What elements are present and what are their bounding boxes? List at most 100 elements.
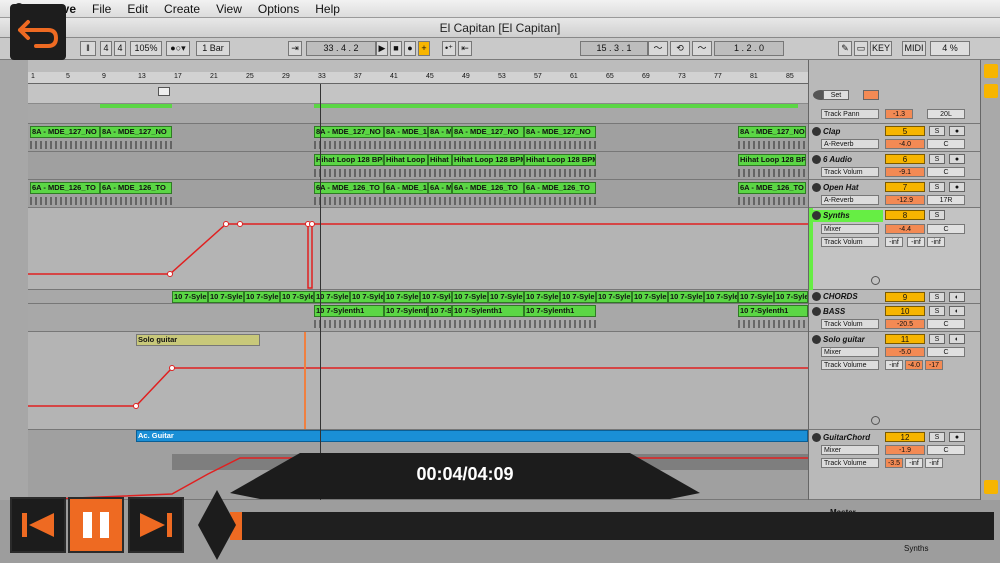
audio-clip[interactable]: 6A - M bbox=[428, 182, 452, 194]
audio-clip[interactable]: Hihat Loop 128 BP bbox=[738, 154, 806, 166]
fold-icon[interactable] bbox=[812, 292, 821, 301]
fold-icon[interactable] bbox=[812, 155, 821, 164]
volume-value[interactable]: -4.4 bbox=[885, 224, 925, 234]
midi-clip[interactable]: 10 7-Syle bbox=[384, 291, 420, 303]
audio-clip[interactable]: 8A - MDE_127_NO bbox=[738, 126, 806, 138]
track-number[interactable]: 10 bbox=[885, 306, 925, 316]
play-icon[interactable]: ▶ bbox=[376, 41, 388, 56]
track-number[interactable]: 8 bbox=[885, 210, 925, 220]
track-header[interactable]: BASS 10 S ◐ Track Volum -20.5 C bbox=[809, 304, 981, 332]
lane-synths-automation[interactable] bbox=[28, 208, 808, 290]
sig-den[interactable]: 4 bbox=[114, 41, 126, 56]
track-name[interactable]: GuitarChord bbox=[823, 433, 870, 442]
back-button[interactable] bbox=[10, 4, 66, 60]
track-number[interactable]: 11 bbox=[885, 334, 925, 344]
volume-value[interactable]: -20.5 bbox=[885, 319, 925, 329]
follow-button[interactable]: ⇥ bbox=[288, 41, 302, 56]
audio-clip[interactable]: 8A - MDE_127_NO bbox=[384, 126, 428, 138]
midi-clip[interactable]: 10 7-Syle bbox=[488, 291, 524, 303]
loop-length-display[interactable]: 1 . 2 . 0 bbox=[714, 41, 784, 56]
track-header-synths[interactable]: Synths 8 S Mixer -4.4 C Track Volum -inf… bbox=[809, 208, 981, 290]
midi-clip[interactable]: 10 7-Syle bbox=[420, 291, 452, 303]
lane-6-audio[interactable]: Hihat Loop 128 BPM Hihat Loop 128 BP Hih… bbox=[28, 152, 808, 180]
record-icon[interactable]: ● bbox=[404, 41, 416, 56]
solo-button[interactable]: S bbox=[929, 154, 945, 164]
solo-button[interactable]: S bbox=[929, 210, 945, 220]
solo-button[interactable]: S bbox=[929, 306, 945, 316]
routing-dropdown[interactable]: Track Volum bbox=[821, 319, 879, 329]
punch-out-icon[interactable]: 〜 bbox=[692, 41, 712, 56]
audio-clip[interactable]: 6A - MDE_126_TO bbox=[384, 182, 428, 194]
sig-num[interactable]: 4 bbox=[100, 41, 112, 56]
track-number[interactable]: 6 bbox=[885, 154, 925, 164]
midi-clip[interactable]: 10 7-Syle bbox=[280, 291, 314, 303]
fold-icon[interactable] bbox=[812, 211, 821, 220]
audio-clip[interactable]: 6A - MDE_126_TO bbox=[30, 182, 100, 194]
fold-icon[interactable] bbox=[812, 335, 821, 344]
loop-start-display[interactable]: 15 . 3 . 1 bbox=[580, 41, 648, 56]
menu-edit[interactable]: Edit bbox=[127, 2, 148, 16]
forward-button[interactable] bbox=[128, 497, 184, 553]
midi-clip[interactable]: 10 7-Syle bbox=[774, 291, 808, 303]
lane-chords[interactable]: 10 7-Syle 10 7-Syle 10 7-Syle 10 7-Syle … bbox=[28, 290, 808, 304]
solo-button[interactable]: S bbox=[929, 182, 945, 192]
audio-clip[interactable]: 8A - MDE_127_NO bbox=[100, 126, 172, 138]
midi-clip[interactable]: 10 7-Syle bbox=[738, 291, 774, 303]
draw-mode-icon[interactable]: ✎ bbox=[838, 41, 852, 56]
automation-arm-icon[interactable]: •⁺ bbox=[442, 41, 456, 56]
track-number[interactable]: 9 bbox=[885, 292, 925, 302]
audio-clip[interactable]: Hihat Loop 128 BPM bbox=[524, 154, 596, 166]
midi-clip[interactable]: 10 7-Syle bbox=[350, 291, 384, 303]
audio-clip[interactable]: 8A - MDE_127_NO bbox=[30, 126, 100, 138]
midi-clip[interactable]: 10 7-Syle bbox=[452, 291, 488, 303]
midi-clip[interactable]: 10 7-Sylenth1 bbox=[452, 305, 524, 317]
set-color-button[interactable] bbox=[863, 90, 879, 100]
solo-button[interactable]: S bbox=[929, 126, 945, 136]
midi-clip[interactable]: 10 7-Syle bbox=[172, 291, 208, 303]
routing-dropdown[interactable]: Mixer bbox=[821, 347, 879, 357]
audio-clip[interactable]: Hihat L bbox=[428, 154, 452, 166]
clip-fragment[interactable] bbox=[314, 104, 798, 108]
audio-clip[interactable]: 8A - MDE_127_NO bbox=[314, 126, 384, 138]
midi-clip[interactable]: 10 7-Sylenth1 bbox=[524, 305, 596, 317]
detail-toggle[interactable] bbox=[984, 480, 998, 494]
set-button[interactable]: Set bbox=[823, 90, 849, 100]
rewind-button[interactable] bbox=[10, 497, 66, 553]
track-header[interactable]: CHORDS 9 S ◐ bbox=[809, 290, 981, 304]
solo-button[interactable]: S bbox=[929, 432, 945, 442]
volume-value[interactable]: -12.9 bbox=[885, 195, 925, 205]
volume-value[interactable]: -1.9 bbox=[885, 445, 925, 455]
routing-dropdown[interactable]: Mixer bbox=[821, 224, 879, 234]
arm-button[interactable]: ● bbox=[949, 182, 965, 192]
solo-button[interactable]: S bbox=[929, 292, 945, 302]
menu-help[interactable]: Help bbox=[315, 2, 340, 16]
midi-clip[interactable]: 10 7-Syle bbox=[668, 291, 704, 303]
track-header[interactable]: GuitarChord 12 S ● Mixer -1.9 C Track Vo… bbox=[809, 430, 981, 500]
menu-file[interactable]: File bbox=[92, 2, 111, 16]
audio-clip[interactable]: Hihat Loop 128 BPM bbox=[314, 154, 384, 166]
audio-clip[interactable]: 8A - M bbox=[428, 126, 452, 138]
fold-icon[interactable] bbox=[812, 307, 821, 316]
pan-value[interactable]: C bbox=[927, 319, 965, 329]
track-name[interactable]: BASS bbox=[823, 307, 845, 316]
audio-clip[interactable]: Hihat Loop 128 BP bbox=[384, 154, 428, 166]
fold-icon[interactable] bbox=[812, 183, 821, 192]
arm-button[interactable]: ● bbox=[949, 432, 965, 442]
midi-clip[interactable]: 10 7-Syle bbox=[524, 291, 560, 303]
seek-bar[interactable] bbox=[230, 512, 994, 540]
midi-clip[interactable]: 10 7-Syle bbox=[244, 291, 280, 303]
track-header[interactable]: Open Hat 7 S ● A-Reverb -12.9 17R bbox=[809, 180, 981, 208]
menu-create[interactable]: Create bbox=[164, 2, 200, 16]
key-map-button[interactable]: KEY bbox=[870, 41, 892, 56]
menu-view[interactable]: View bbox=[216, 2, 242, 16]
track-number[interactable]: 12 bbox=[885, 432, 925, 442]
midi-clip[interactable]: 10 7-Sylenth1 bbox=[384, 305, 428, 317]
clip-fragment[interactable] bbox=[100, 104, 172, 108]
track-number[interactable]: 7 bbox=[885, 182, 925, 192]
beat-time-ruler[interactable]: 1 5 9 13 17 21 25 29 33 37 41 45 49 53 5… bbox=[28, 72, 808, 84]
midi-clip[interactable]: 10 7-Sylenth1 bbox=[428, 305, 452, 317]
track-name[interactable]: Clap bbox=[823, 127, 840, 136]
overdub-icon[interactable]: + bbox=[418, 41, 430, 56]
audio-clip[interactable]: 6A - MDE_126_TO bbox=[738, 182, 806, 194]
arm-button[interactable]: ● bbox=[949, 126, 965, 136]
